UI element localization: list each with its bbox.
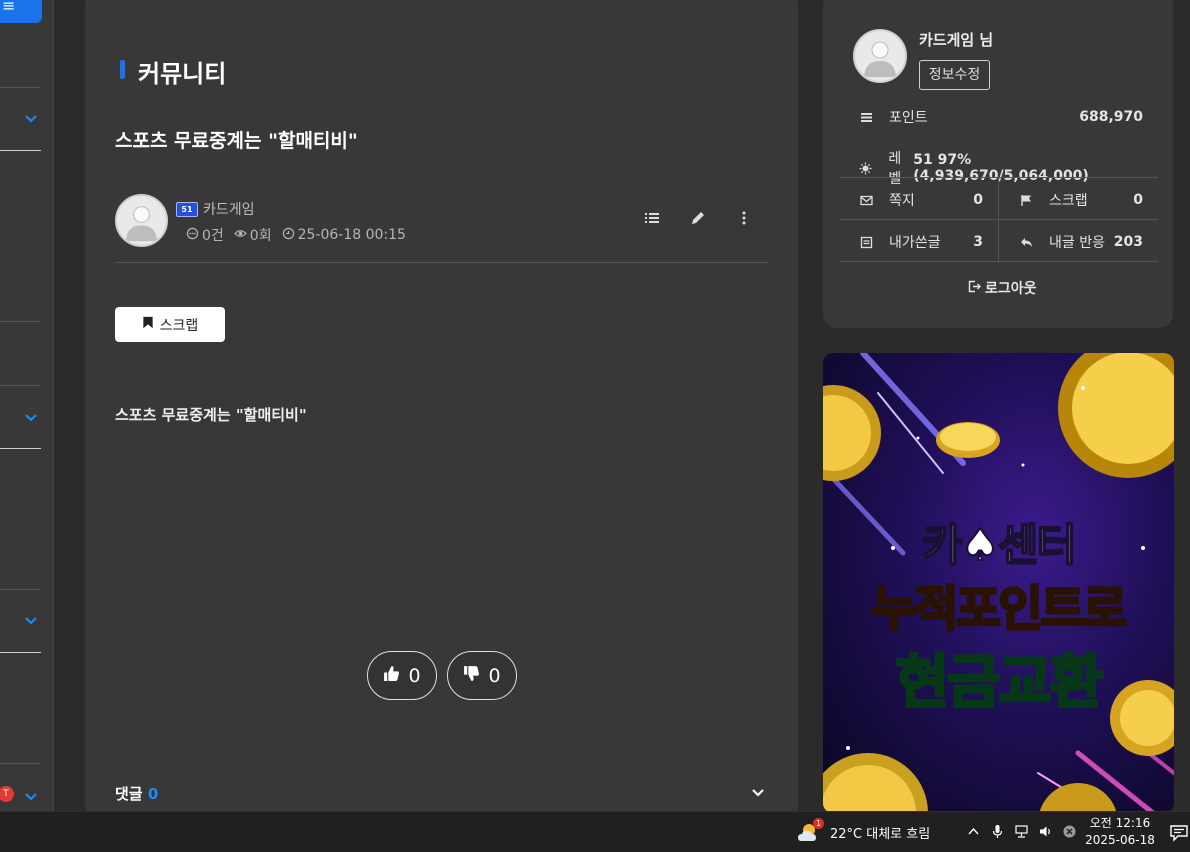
user-avatar[interactable]	[853, 29, 907, 83]
memo-link[interactable]: 쪽지 0	[858, 190, 983, 210]
logout-icon	[968, 280, 981, 297]
logout-label: 로그아웃	[985, 281, 1037, 297]
chevron-down-icon[interactable]	[24, 409, 40, 425]
author-line: 51 카드게임	[176, 199, 255, 219]
scrap-button-label: 스크랩	[159, 317, 199, 334]
post-title: 스포츠 무료중계는 "할매티비"	[115, 130, 358, 152]
post-date: 25-06-18 00:15	[297, 227, 406, 243]
battery-warning-icon[interactable]	[1062, 824, 1078, 840]
chevron-up-icon[interactable]	[966, 824, 982, 840]
flag-icon	[1018, 192, 1034, 208]
author-avatar[interactable]	[115, 194, 168, 247]
sidebar-divider	[0, 321, 41, 322]
bookmark-icon	[142, 316, 154, 333]
chevron-down-icon[interactable]	[24, 788, 40, 804]
envelope-icon	[858, 192, 874, 208]
point-row[interactable]: 포인트 688,970	[858, 107, 1143, 127]
level-icon: 51	[176, 201, 198, 217]
reply-icon	[1018, 234, 1034, 250]
system-clock[interactable]: 오전 12:16 2025-06-18	[1084, 815, 1156, 849]
thumbs-up-icon	[383, 665, 400, 687]
memo-label: 쪽지	[889, 193, 915, 209]
system-tray	[966, 824, 1078, 840]
microphone-icon[interactable]	[990, 824, 1006, 840]
author-name[interactable]: 카드게임	[203, 199, 255, 219]
list-icon[interactable]	[644, 210, 660, 226]
my-posts-value: 3	[973, 234, 983, 250]
cloudy-weather-icon: 1	[797, 818, 824, 843]
level-row: 레벨 51 97% (4,939,670/5,064,000)	[858, 148, 1143, 188]
edit-pencil-icon[interactable]	[690, 210, 706, 226]
eye-icon	[233, 227, 247, 244]
coins-icon	[858, 109, 874, 125]
weather-alert-badge: 1	[813, 818, 824, 829]
comment-count: 0건	[202, 228, 224, 244]
more-options-icon[interactable]	[736, 210, 752, 226]
menu-button[interactable]: ≡	[0, 0, 42, 23]
document-icon	[858, 234, 874, 250]
clock-date: 2025-06-18	[1085, 833, 1155, 847]
notification-icon[interactable]	[1170, 824, 1190, 842]
logout-button[interactable]: 로그아웃	[968, 278, 1037, 298]
ad-headline: 카♠센터	[921, 519, 1078, 572]
my-posts-link[interactable]: 내가쓴글 3	[858, 232, 983, 252]
chevron-down-icon[interactable]	[24, 110, 40, 126]
post-divider	[115, 262, 768, 263]
scrap-link[interactable]: 스크랩 0	[1018, 190, 1143, 210]
taskbar: 1 22°C 대체로 흐림 오전 12:16 2025-06-18	[0, 811, 1190, 852]
level-label: 레벨	[888, 151, 902, 187]
left-sidebar: ≡ T	[0, 0, 54, 811]
comment-total: 0	[147, 785, 159, 803]
post-tools	[644, 210, 752, 226]
dislike-count: 0	[488, 664, 501, 687]
sidebar-divider	[0, 589, 41, 590]
point-label: 포인트	[889, 110, 928, 126]
weather-widget[interactable]: 1 22°C 대체로 흐림	[797, 818, 931, 843]
weather-text: 22°C 대체로 흐림	[830, 826, 931, 842]
volume-icon[interactable]	[1038, 824, 1054, 840]
point-value: 688,970	[1079, 109, 1143, 125]
level-value: 51 97% (4,939,670/5,064,000)	[913, 152, 1089, 184]
sun-icon	[858, 160, 873, 176]
like-count: 0	[408, 664, 421, 687]
ad-subheadline: 누적포인트로	[871, 580, 1129, 639]
scrap-link-value: 0	[1133, 192, 1143, 208]
ad-banner[interactable]: 카♠센터 누적포인트로 현금교환	[823, 353, 1174, 813]
ad-callout: 현금교환	[894, 647, 1104, 718]
thumbs-down-icon	[463, 665, 480, 687]
reactions-value: 203	[1113, 234, 1143, 250]
sidebar-divider	[0, 385, 41, 386]
edit-profile-button[interactable]: 정보수정	[919, 60, 990, 90]
sidebar-divider	[0, 87, 41, 88]
reactions-label: 내글 반응	[1049, 235, 1105, 251]
scrap-link-label: 스크랩	[1049, 193, 1088, 209]
scrap-button[interactable]: 스크랩	[115, 307, 225, 342]
sidebar-divider	[0, 448, 41, 449]
chevron-down-icon[interactable]	[750, 784, 766, 800]
my-posts-label: 내가쓴글	[889, 235, 941, 251]
post-body: 스포츠 무료중계는 "할매티비"	[115, 406, 307, 424]
view-count: 0회	[249, 228, 272, 244]
memo-value: 0	[973, 192, 983, 208]
menu-icon: ≡	[2, 0, 16, 15]
user-name: 카드게임 님	[919, 31, 994, 49]
clock-time: 오전 12:16	[1089, 816, 1151, 830]
network-icon[interactable]	[1014, 824, 1030, 840]
reactions-link[interactable]: 내글 반응 203	[1018, 232, 1143, 252]
stats-divider	[839, 261, 1158, 262]
new-badge: T	[0, 786, 14, 802]
stats-divider	[998, 177, 999, 261]
sidebar-divider	[0, 763, 41, 764]
sidebar-divider	[0, 150, 41, 151]
comment-icon	[186, 227, 199, 244]
board-title: 커뮤니티	[120, 54, 226, 89]
chevron-down-icon[interactable]	[24, 612, 40, 628]
comment-label: 댓글	[115, 785, 143, 803]
sidebar-divider	[0, 652, 41, 653]
like-button[interactable]: 0	[367, 651, 437, 700]
clock-icon	[282, 227, 295, 244]
dislike-button[interactable]: 0	[447, 651, 517, 700]
post-meta: 0건 0회 25-06-18 00:15	[186, 225, 406, 245]
comment-section-header: 댓글 0	[115, 783, 158, 804]
